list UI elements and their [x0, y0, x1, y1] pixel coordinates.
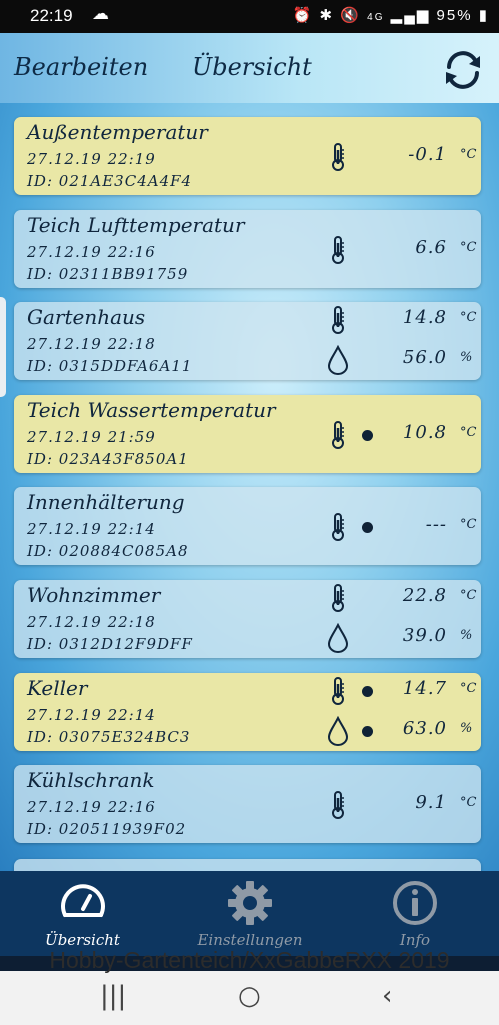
reading-row: 14.7 °C — [14, 676, 481, 706]
sensor-name: Innenhälterung — [27, 490, 185, 515]
reading-row: -0.1 °C — [14, 142, 481, 172]
thermometer-icon — [327, 512, 349, 542]
reading-row: 22.8 °C — [14, 583, 481, 613]
reading-value: 6.6 — [415, 236, 447, 258]
reading-unit: °C — [460, 795, 477, 811]
reading-unit: °C — [460, 424, 477, 440]
bluetooth-icon: ✱ — [319, 7, 335, 24]
app-content: Bearbeiten Übersicht Außentemperatur 27.1… — [0, 33, 499, 871]
reading-row: 6.6 °C — [14, 235, 481, 265]
reading-value: 22.8 — [402, 585, 447, 606]
reading-row: 10.8 °C — [14, 420, 481, 450]
watermark-text: Hobby-Gartenteich/XxGabbeRXX 2019 — [49, 947, 450, 973]
network-type: 4G — [367, 12, 385, 23]
thermometer-icon — [327, 142, 349, 172]
info-icon — [393, 881, 437, 925]
sensor-card[interactable]: Wohnzimmer 27.12.19 22:18 ID: 0312D12F9DFF… — [14, 580, 481, 658]
reading-value: --- — [425, 514, 447, 536]
sensor-name: Teich Wassertemperatur — [27, 397, 276, 422]
tab-einstellungen[interactable]: Einstellungen — [180, 871, 320, 956]
reading-unit: °C — [460, 588, 477, 603]
battery-icon: ▮ — [478, 7, 489, 24]
signal-icon: ▂▄▆ — [390, 7, 431, 24]
reading-unit: % — [460, 628, 473, 643]
sensor-name: Teich Lufttemperatur — [27, 212, 245, 237]
page-title: Übersicht — [192, 53, 312, 81]
recent-apps-button[interactable]: ||| — [100, 981, 126, 1011]
thermometer-icon — [327, 420, 349, 450]
reading-value: 56.0 — [402, 347, 447, 369]
sensor-id: ID: 023A43F850A1 — [27, 449, 189, 468]
reading-row: --- °C — [14, 512, 481, 542]
sensor-id: ID: 02311BB91759 — [27, 264, 189, 283]
system-icons: ⏰ ✱ 🔇 4G ▂▄▆ 95% ▮ — [293, 6, 489, 24]
speedometer-icon — [60, 884, 105, 917]
cloud-icon: ☁ — [92, 4, 109, 23]
reading-row: 39.0% — [14, 622, 481, 653]
reading-value: 63.0 — [402, 717, 447, 739]
humidity-drop-icon — [327, 344, 349, 376]
sensor-id: ID: 020511939F02 — [27, 820, 187, 839]
thermometer-icon — [327, 235, 349, 265]
reading-row: 14.8 °C — [14, 305, 481, 335]
status-bar: 22:19 ☁ ⏰ ✱ 🔇 4G ▂▄▆ 95% ▮ — [0, 0, 499, 33]
refresh-icon[interactable] — [440, 47, 486, 93]
reading-row: 63.0% — [14, 715, 481, 746]
sensor-card[interactable]: Innenhälterung 27.12.19 22:14 ID: 020884C0… — [14, 487, 481, 566]
reading-row: 56.0% — [14, 344, 481, 376]
tab-uebersicht[interactable]: Übersicht — [20, 871, 145, 956]
sensor-name: Außentemperatur — [27, 120, 208, 144]
reading-value: 9.1 — [415, 792, 447, 814]
sensor-card[interactable]: Keller 27.12.19 22:14 ID: 03075E324BC3 14.7… — [14, 672, 481, 751]
reading-unit: % — [460, 720, 473, 736]
status-dot — [362, 522, 373, 534]
humidity-drop-icon — [327, 715, 349, 746]
status-time: 22:19 — [30, 6, 73, 25]
gear-icon — [228, 881, 272, 925]
edit-button[interactable]: Bearbeiten — [14, 53, 148, 81]
reading-unit: °C — [460, 147, 477, 162]
humidity-drop-icon — [327, 622, 349, 653]
reading-unit: % — [460, 350, 473, 366]
sensor-card[interactable]: Kühlschrank 27.12.19 22:16 ID: 020511939F0… — [14, 765, 481, 844]
reading-value: 14.8 — [402, 307, 447, 329]
thermometer-icon — [327, 790, 349, 820]
reading-value: 39.0 — [402, 625, 447, 646]
status-dot — [362, 725, 373, 737]
tab-info[interactable]: Info — [355, 871, 475, 956]
battery-percent: 95% — [436, 7, 473, 24]
home-button[interactable]: ○ — [238, 981, 261, 1011]
back-button[interactable]: ‹ — [382, 981, 392, 1011]
reading-value: -0.1 — [408, 144, 447, 165]
reading-unit: °C — [460, 310, 477, 326]
sensor-name: Kühlschrank — [27, 768, 155, 793]
status-dot — [362, 685, 373, 697]
thermometer-icon — [327, 676, 349, 706]
reading-value: 10.8 — [402, 421, 447, 443]
sensor-id: ID: 020884C085A8 — [27, 542, 189, 561]
status-dot — [362, 429, 373, 441]
reading-unit: °C — [460, 517, 477, 533]
thermometer-icon — [327, 305, 349, 335]
sensor-card[interactable]: Außentemperatur 27.12.19 22:19 ID: 021AE3C… — [14, 117, 481, 195]
sensor-card[interactable]: Gartenhaus 27.12.19 22:18 ID: 0315DDFA6A11… — [14, 302, 481, 381]
drawer-handle[interactable] — [0, 297, 6, 397]
reading-value: 14.7 — [402, 677, 447, 699]
reading-row: 9.1 °C — [14, 790, 481, 820]
sensor-card[interactable]: Teich Wassertemperatur 27.12.19 21:59 ID: … — [14, 394, 481, 473]
sensor-card-partial[interactable] — [14, 859, 481, 871]
sensor-card[interactable]: Teich Lufttemperatur 27.12.19 22:16 ID: 02… — [14, 209, 481, 288]
header: Bearbeiten Übersicht — [0, 33, 499, 103]
reading-unit: °C — [460, 680, 477, 696]
alarm-icon: ⏰ — [292, 7, 314, 24]
system-nav-bar: ||| ○ ‹ — [0, 971, 499, 1025]
sensor-id: ID: 021AE3C4A4F4 — [27, 172, 193, 190]
tab-bar: Übersicht Einstellungen Info — [0, 871, 499, 956]
mute-icon: 🔇 — [340, 7, 361, 24]
thermometer-icon — [327, 583, 349, 613]
reading-unit: °C — [460, 239, 477, 255]
